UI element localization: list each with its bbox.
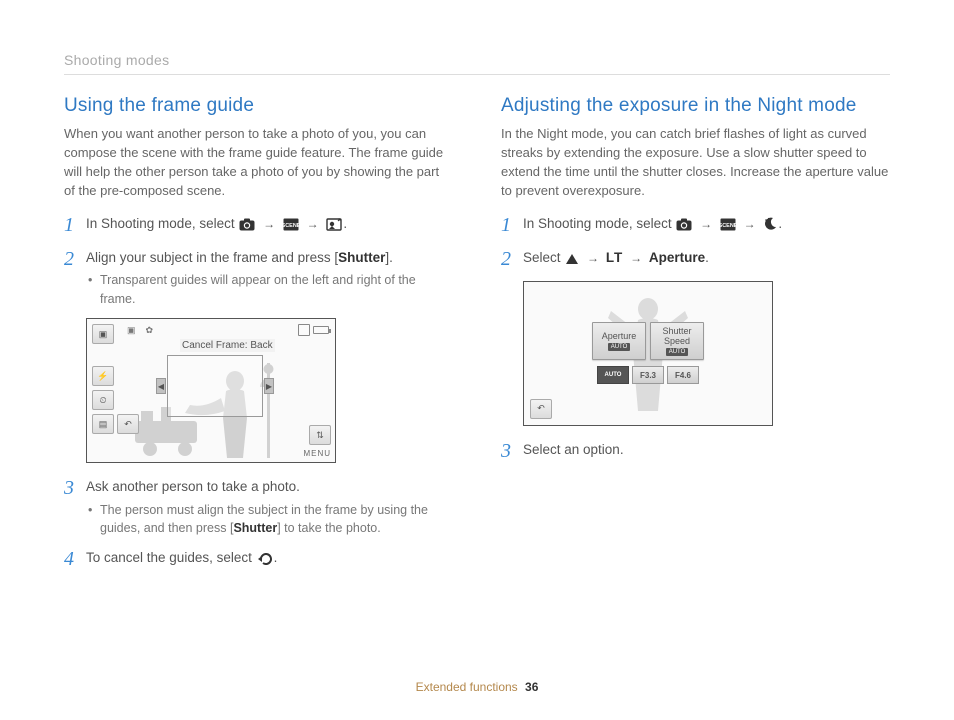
period: . bbox=[705, 250, 709, 265]
arrow-icon: → bbox=[307, 217, 319, 231]
storage-icon bbox=[298, 324, 310, 336]
arrow-icon: → bbox=[587, 251, 599, 265]
step-number: 4 bbox=[64, 548, 86, 570]
frame-guide-screenshot: ▣ ⚡ ⏲ ▤ ↶ ▣ ✿ Cancel Frame: Back ◀ bbox=[86, 318, 336, 463]
step-number: 3 bbox=[64, 477, 86, 499]
arrow-icon: → bbox=[700, 217, 712, 231]
auto-badge: AUTO bbox=[608, 343, 631, 351]
step-number: 2 bbox=[501, 248, 523, 270]
footer-section: Extended functions bbox=[416, 680, 518, 694]
period: . bbox=[274, 550, 278, 565]
back-icon: ↶ bbox=[117, 414, 139, 434]
wifi-icon: ⇅ bbox=[309, 425, 331, 445]
step-body: In Shooting mode, select → SCENE → . bbox=[523, 214, 782, 237]
step-body: To cancel the guides, select . bbox=[86, 548, 277, 571]
top-indicator: ▣ ✿ bbox=[127, 325, 153, 336]
menu-label: MENU bbox=[303, 449, 331, 458]
value-buttons: AUTO F3.3 F4.6 bbox=[597, 366, 699, 384]
right-handle-icon: ▶ bbox=[264, 378, 274, 394]
right-step-3: 3 Select an option. bbox=[501, 440, 890, 462]
step-body: Select an option. bbox=[523, 440, 624, 460]
camera-icon bbox=[676, 217, 692, 237]
f33-value-button: F3.3 bbox=[632, 366, 664, 384]
back-icon: ↶ bbox=[530, 399, 552, 419]
arrow-icon: → bbox=[263, 217, 275, 231]
left-step-2: 2 Align your subject in the frame and pr… bbox=[64, 248, 453, 309]
step-number: 1 bbox=[501, 214, 523, 236]
arrow-icon: → bbox=[744, 217, 756, 231]
button-label: Aperture bbox=[602, 331, 637, 341]
shutter-label: Shutter bbox=[338, 250, 385, 265]
exposure-buttons: Aperture AUTO Shutter Speed AUTO bbox=[592, 322, 704, 360]
auto-value-button: AUTO bbox=[597, 366, 629, 384]
frame-guide-icon bbox=[326, 217, 342, 237]
step-number: 1 bbox=[64, 214, 86, 236]
lt-icon: LT bbox=[606, 250, 624, 265]
left-step-4: 4 To cancel the guides, select . bbox=[64, 548, 453, 571]
bullet-text: ] to take the photo. bbox=[277, 521, 381, 535]
status-icons bbox=[298, 324, 329, 336]
manual-page: Shooting modes Using the frame guide Whe… bbox=[0, 0, 954, 720]
f46-value-button: F4.6 bbox=[667, 366, 699, 384]
scene-icon: SCENE bbox=[283, 217, 299, 237]
scene-icon: SCENE bbox=[720, 217, 736, 237]
left-column: Using the frame guide When you want anot… bbox=[64, 95, 453, 581]
step-number: 2 bbox=[64, 248, 86, 270]
step-body: Align your subject in the frame and pres… bbox=[86, 248, 453, 309]
step-body: Ask another person to take a photo. The … bbox=[86, 477, 453, 538]
svg-text:SCENE: SCENE bbox=[283, 223, 299, 229]
arrow-icon: → bbox=[630, 251, 642, 265]
aperture-label: Aperture bbox=[649, 250, 705, 265]
night-mode-screenshot: Aperture AUTO Shutter Speed AUTO AUTO F3… bbox=[523, 281, 773, 426]
night-icon bbox=[763, 217, 777, 237]
page-number: 36 bbox=[525, 680, 538, 694]
period: . bbox=[343, 216, 347, 231]
step-body: In Shooting mode, select → SCENE → . bbox=[86, 214, 347, 237]
undo-icon bbox=[257, 551, 273, 571]
left-step-3: 3 Ask another person to take a photo. Th… bbox=[64, 477, 453, 538]
right-step-1: 1 In Shooting mode, select → SCENE → . bbox=[501, 214, 890, 237]
step-bullet: The person must align the subject in the… bbox=[86, 501, 453, 539]
frame-guide-intro: When you want another person to take a p… bbox=[64, 125, 453, 200]
display-icon: ▤ bbox=[92, 414, 114, 434]
step-text: In Shooting mode, select bbox=[86, 216, 238, 231]
step-bullet: Transparent guides will appear on the le… bbox=[86, 271, 453, 309]
night-mode-intro: In the Night mode, you can catch brief f… bbox=[501, 125, 890, 200]
flash-icon: ⚡ bbox=[92, 366, 114, 386]
composition-frame: ◀ ▶ bbox=[167, 355, 263, 417]
svg-text:SCENE: SCENE bbox=[720, 223, 736, 229]
auto-badge: AUTO bbox=[666, 348, 689, 356]
right-step-2: 2 Select → LT → Aperture. bbox=[501, 248, 890, 271]
step-text: Align your subject in the frame and pres… bbox=[86, 250, 338, 265]
frame-guide-heading: Using the frame guide bbox=[64, 95, 453, 117]
right-icon-stack: ⇅ MENU bbox=[303, 425, 331, 458]
night-mode-heading: Adjusting the exposure in the Night mode bbox=[501, 95, 890, 117]
page-footer: Extended functions 36 bbox=[0, 680, 954, 694]
up-triangle-icon bbox=[565, 251, 579, 271]
step-text: Select bbox=[523, 250, 564, 265]
shutter-label: Shutter bbox=[233, 521, 277, 535]
shutter-speed-button: Shutter Speed AUTO bbox=[650, 322, 704, 360]
mode-icon: ▣ bbox=[92, 324, 114, 344]
timer-icon: ⏲ bbox=[92, 390, 114, 410]
step-number: 3 bbox=[501, 440, 523, 462]
battery-icon bbox=[313, 326, 329, 334]
cancel-frame-label: Cancel Frame: Back bbox=[180, 339, 275, 352]
period: . bbox=[778, 216, 782, 231]
button-label: Shutter bbox=[662, 326, 691, 336]
step-text: ]. bbox=[385, 250, 393, 265]
step-text: In Shooting mode, select bbox=[523, 216, 675, 231]
right-column: Adjusting the exposure in the Night mode… bbox=[501, 95, 890, 581]
aperture-button: Aperture AUTO bbox=[592, 322, 646, 360]
button-label: Speed bbox=[664, 336, 690, 346]
step-text: To cancel the guides, select bbox=[86, 550, 256, 565]
left-step-1: 1 In Shooting mode, select → SCENE → . bbox=[64, 214, 453, 237]
step-body: Select → LT → Aperture. bbox=[523, 248, 709, 271]
breadcrumb: Shooting modes bbox=[64, 52, 890, 75]
left-handle-icon: ◀ bbox=[156, 378, 166, 394]
left-icon-stack: ▣ ⚡ ⏲ ▤ ↶ bbox=[92, 324, 139, 434]
camera-icon bbox=[239, 217, 255, 237]
two-column-layout: Using the frame guide When you want anot… bbox=[64, 95, 890, 581]
step-text: Ask another person to take a photo. bbox=[86, 479, 300, 494]
